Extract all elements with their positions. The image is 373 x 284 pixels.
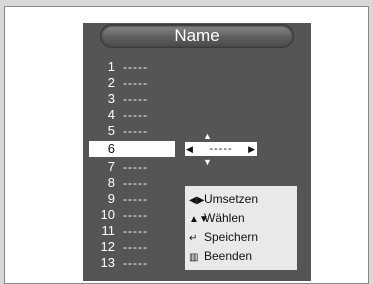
channel-name-value: ----- — [123, 176, 148, 190]
tv-screen-frame: Name 1 ----- 2 ----- 3 ----- 4 ----- 5 -… — [4, 6, 369, 284]
channel-number: 13 — [100, 255, 115, 270]
down-arrow-icon[interactable]: ▼ — [203, 157, 212, 167]
help-exit: ▥ Beenden — [189, 247, 293, 266]
channel-name-value: ----- — [123, 256, 148, 270]
channel-number: 6 — [107, 141, 115, 156]
channel-name-value: ----- — [123, 76, 148, 90]
name-list-item[interactable]: 11 ----- — [93, 223, 173, 239]
channel-name-value: ----- — [123, 92, 148, 106]
channel-name-value: ----- — [123, 124, 148, 138]
channel-number: 1 — [107, 59, 115, 74]
help-save-label: Speichern — [204, 230, 259, 244]
name-list-item[interactable]: 10 ----- — [93, 207, 173, 223]
enter-icon: ↵ — [189, 233, 198, 244]
help-move: ◀▶Umsetzen — [189, 190, 293, 209]
help-select-label: Wählen — [204, 211, 245, 225]
channel-number: 2 — [107, 75, 115, 90]
name-edit-value: ----- — [209, 143, 233, 155]
help-select: ▲▼Wählen — [189, 209, 293, 228]
help-box: ◀▶Umsetzen ▲▼Wählen ↵ Speichern ▥ Beenden — [185, 186, 297, 270]
menu-title-bar: Name — [101, 25, 293, 47]
name-list-item[interactable]: 4 ----- — [93, 107, 173, 123]
name-menu-panel: Name 1 ----- 2 ----- 3 ----- 4 ----- 5 -… — [83, 23, 311, 281]
channel-name-value: ----- — [123, 192, 148, 206]
name-list-item[interactable]: 13 ----- — [93, 255, 173, 271]
channel-number: 9 — [107, 191, 115, 206]
name-list-item[interactable]: 5 ----- — [93, 123, 173, 139]
right-arrow-icon[interactable]: ▶ — [248, 142, 256, 156]
menu-title: Name — [174, 26, 220, 45]
up-arrow-icon[interactable]: ▲ — [203, 131, 212, 141]
name-list-item[interactable]: 1 ----- — [93, 59, 173, 75]
channel-number: 10 — [100, 207, 115, 222]
up-down-arrows-icon: ▲▼ — [189, 214, 209, 225]
channel-number: 11 — [101, 223, 116, 238]
name-list-item[interactable]: 3 ----- — [93, 91, 173, 107]
help-exit-label: Beenden — [204, 249, 253, 263]
name-list-item[interactable]: 7 ----- — [93, 159, 173, 175]
left-right-arrows-icon: ◀▶ — [189, 195, 205, 206]
name-editor[interactable]: ▲ ◀ ----- ▶ ▼ — [185, 131, 263, 167]
channel-name-value: ----- — [123, 60, 148, 74]
menu-icon: ▥ — [189, 252, 199, 263]
name-list-item[interactable]: 2 ----- — [93, 75, 173, 91]
channel-number: 3 — [107, 91, 115, 106]
help-move-label: Umsetzen — [204, 192, 259, 206]
channel-number: 7 — [107, 159, 115, 174]
channel-name-value: ----- — [123, 108, 148, 122]
left-arrow-icon[interactable]: ◀ — [186, 142, 194, 156]
name-list-item[interactable]: 12 ----- — [93, 239, 173, 255]
name-list-item[interactable]: 8 ----- — [93, 175, 173, 191]
name-list-item[interactable]: 9 ----- — [93, 191, 173, 207]
channel-name-value: ----- — [123, 240, 148, 254]
channel-name-value: ----- — [123, 224, 148, 238]
name-edit-field[interactable]: ◀ ----- ▶ — [185, 142, 257, 156]
channel-number: 4 — [107, 107, 115, 122]
channel-name-value: ----- — [123, 208, 148, 222]
name-list-item-selected[interactable]: 6 — [89, 141, 175, 157]
channel-name-value: ----- — [123, 160, 148, 174]
channel-number: 5 — [107, 123, 115, 138]
channel-number: 8 — [107, 175, 115, 190]
channel-number: 12 — [100, 239, 115, 254]
help-save: ↵ Speichern — [189, 228, 293, 247]
